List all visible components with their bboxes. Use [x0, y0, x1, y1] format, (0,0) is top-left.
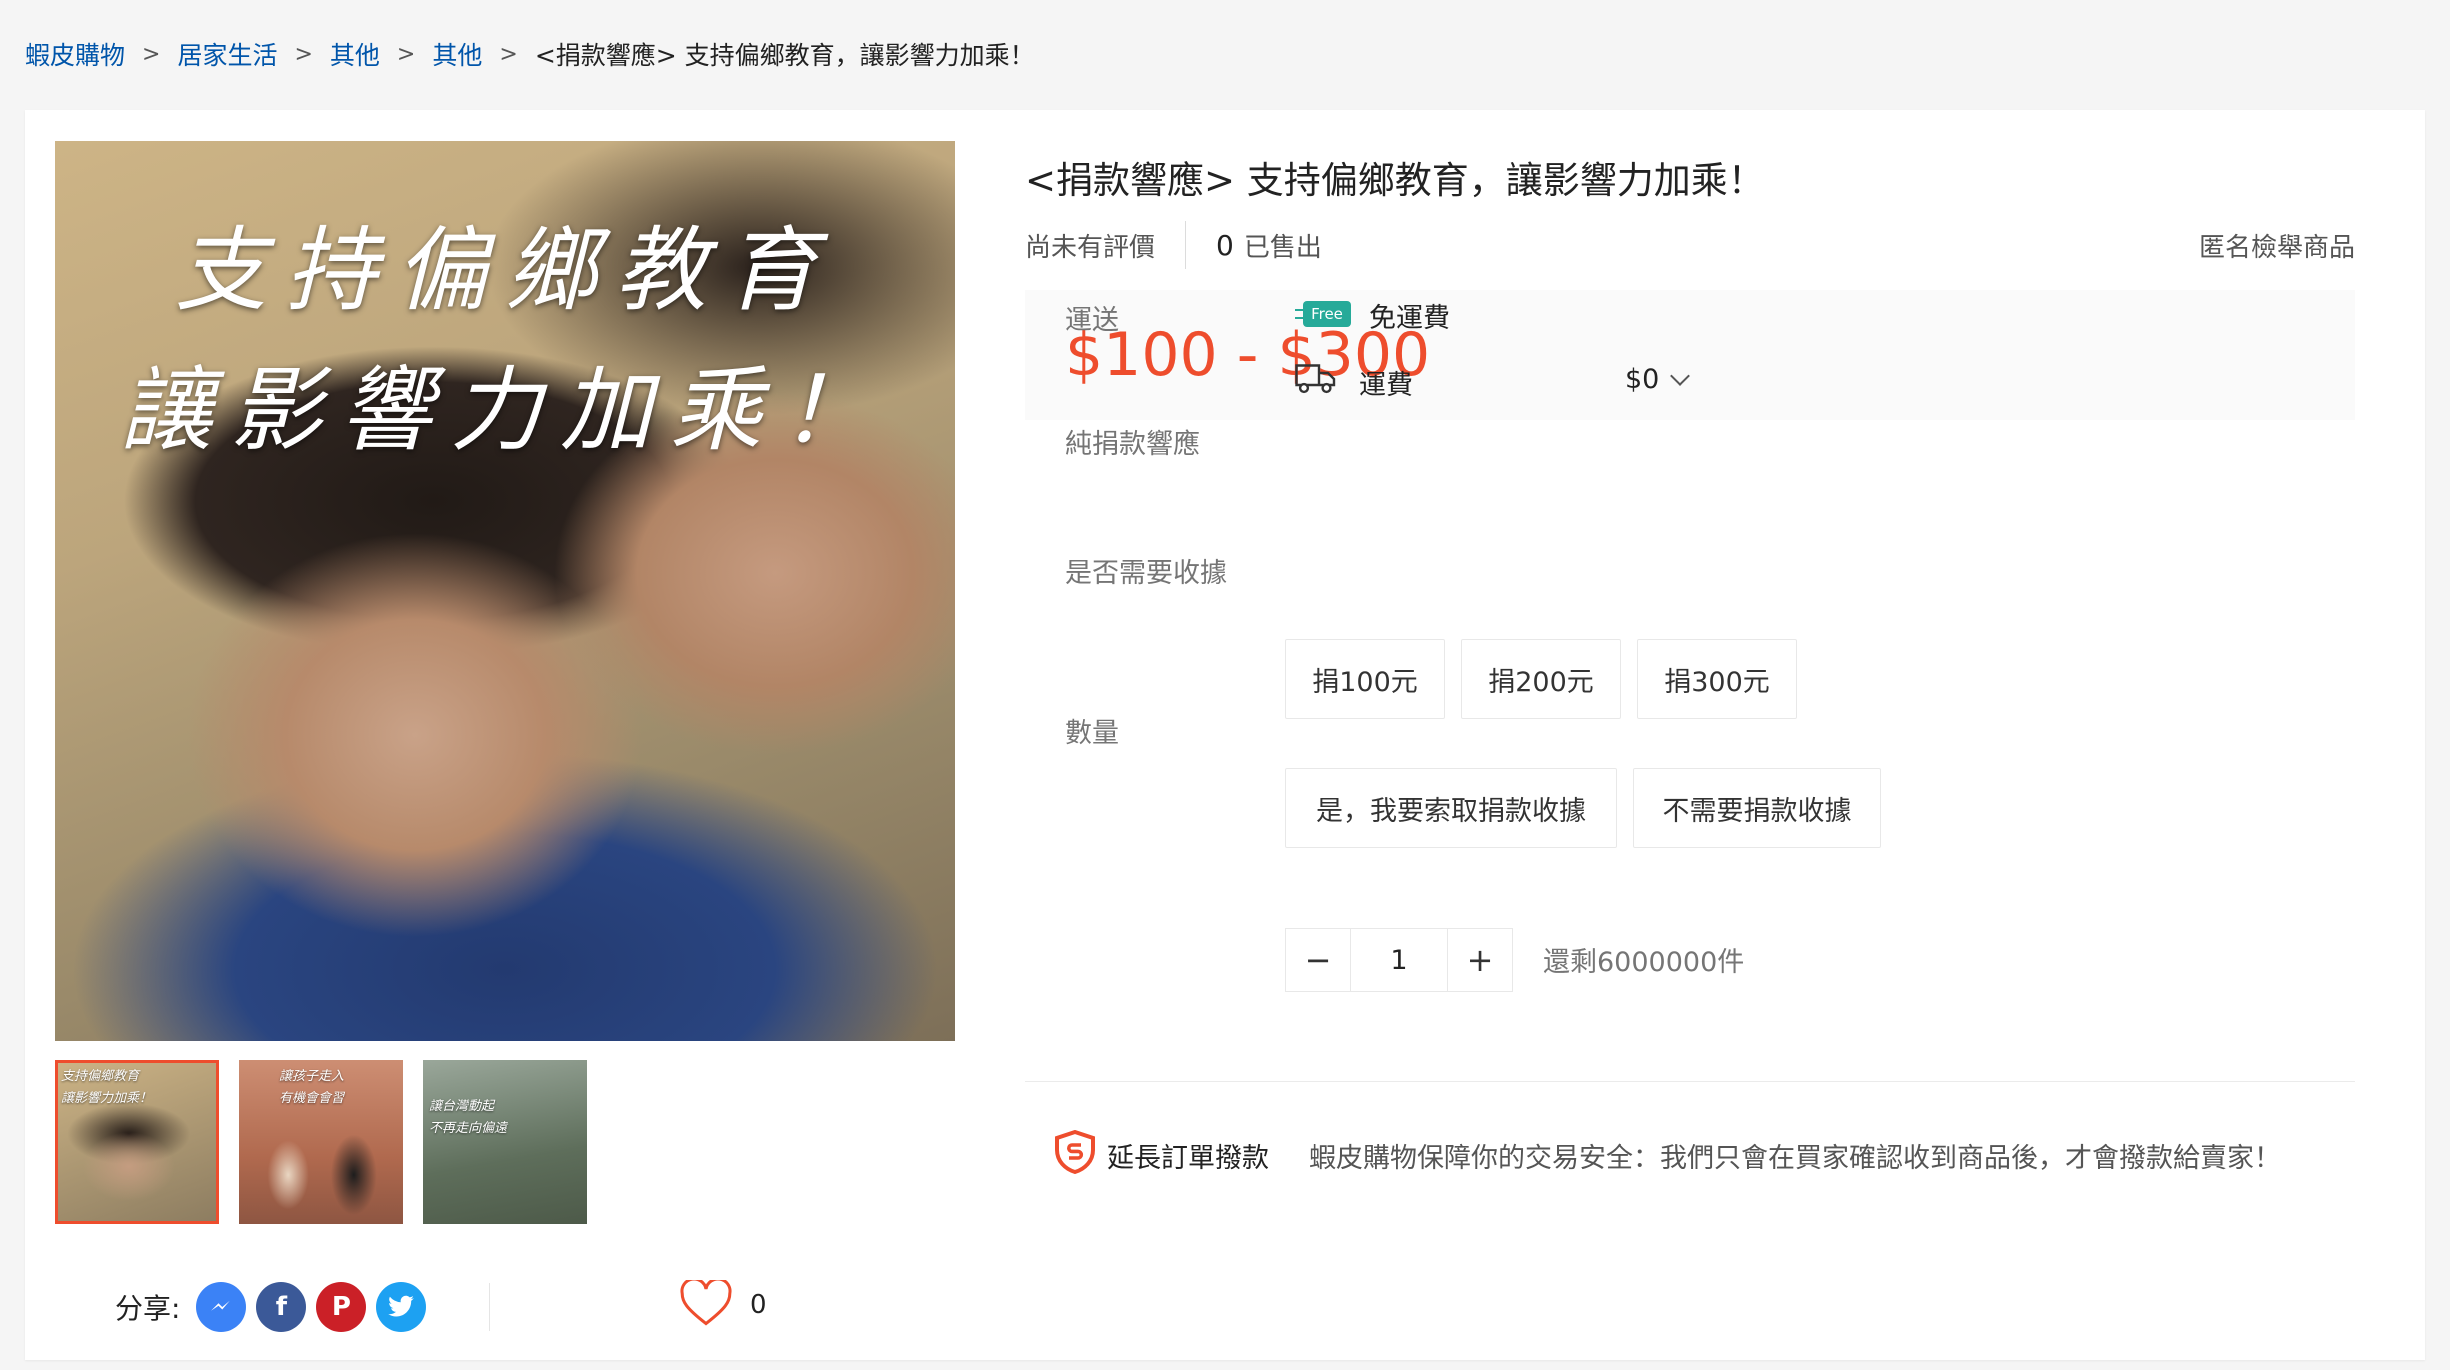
receipt-yes-button[interactable]: 是，我要索取捐款收據	[1285, 768, 1617, 848]
shipping-fee-value: $0	[1625, 364, 1660, 395]
quantity-label: 數量	[1065, 718, 1119, 749]
receipt-label: 是否需要收據	[1065, 558, 1227, 589]
price-box: $100 - $300	[1025, 290, 2355, 420]
breadcrumb-link-category[interactable]: 居家生活	[177, 36, 277, 72]
chevron-right-icon: >	[294, 41, 313, 67]
like-button[interactable]: 0	[680, 1277, 767, 1330]
like-count: 0	[750, 1290, 767, 1320]
share-label: 分享:	[115, 1292, 181, 1325]
guarantee-row: 延長訂單撥款 蝦皮購物保障你的交易安全：我們只會在買家確認收到商品後，才會撥款給…	[1055, 1129, 2281, 1181]
shipping-fee-line: 運費	[1295, 362, 1413, 403]
guarantee-text: 蝦皮購物保障你的交易安全：我們只會在買家確認收到商品後，才會撥款給賣家！	[1309, 1143, 2281, 1174]
quantity-increase-button[interactable]: +	[1448, 929, 1512, 991]
thumbnail-caption: 讓孩子走入	[279, 1069, 345, 1084]
donate-100-button[interactable]: 捐100元	[1285, 639, 1445, 719]
report-link[interactable]: 匿名檢舉商品	[2199, 227, 2355, 264]
shield-icon	[1055, 1129, 1095, 1181]
thumbnail-caption: 讓台灣動起	[429, 1099, 495, 1114]
chevron-right-icon: >	[499, 41, 518, 67]
thumbnail-1[interactable]: 支持偏鄉教育 讓影響力加乘！	[55, 1060, 219, 1224]
thumbnail-caption: 有機會會習	[279, 1091, 345, 1106]
chevron-down-icon	[1670, 365, 1691, 386]
product-meta: 尚未有評價 0 已售出 匿名檢舉商品	[1025, 220, 2355, 270]
chevron-right-icon: >	[142, 41, 161, 67]
stock-text: 還剩6000000件	[1543, 947, 1745, 978]
donation-label: 純捐款響應	[1065, 429, 1200, 460]
product-card: 支持偏鄉教育 讓影響力加乘！ 支持偏鄉教育 讓影響力加乘！ 讓孩子走入 有機會會…	[25, 110, 2425, 1360]
share-row: 分享: f P	[115, 1282, 427, 1332]
product-title: <捐款響應> 支持偏鄉教育，讓影響力加乘！	[1025, 159, 1765, 202]
breadcrumb: 蝦皮購物 > 居家生活 > 其他 > 其他 > <捐款響應> 支持偏鄉教育，讓影…	[25, 34, 1035, 74]
chevron-right-icon: >	[396, 41, 416, 67]
breadcrumb-current: <捐款響應> 支持偏鄉教育，讓影響力加乘！	[534, 41, 1035, 70]
thumbnail-3[interactable]: 讓台灣動起 不再走向偏遠	[423, 1060, 587, 1224]
divider	[1025, 1081, 2355, 1082]
facebook-icon[interactable]: f	[256, 1282, 307, 1332]
divider	[489, 1283, 490, 1331]
product-main-image[interactable]: 支持偏鄉教育 讓影響力加乘！	[55, 141, 955, 1041]
sold-count: 0	[1216, 228, 1234, 262]
free-shipping-text: 免運費	[1369, 303, 1450, 334]
image-caption-line1: 支持偏鄉教育	[174, 217, 835, 324]
shipping-fee-dropdown[interactable]: $0	[1625, 364, 1691, 395]
free-shipping-icon: Free	[1295, 300, 1351, 331]
shipping-label: 運送	[1065, 305, 1119, 336]
breadcrumb-link-subcategory-2[interactable]: 其他	[432, 36, 482, 72]
quantity-input[interactable]: 1	[1350, 929, 1448, 991]
thumbnail-2[interactable]: 讓孩子走入 有機會會習	[239, 1060, 403, 1224]
image-caption-line2: 讓影響力加乘！	[119, 357, 890, 464]
receipt-no-button[interactable]: 不需要捐款收據	[1633, 768, 1881, 848]
divider	[1185, 221, 1187, 269]
pinterest-icon[interactable]: P	[316, 1282, 367, 1332]
quantity-stepper: − 1 +	[1285, 928, 1513, 992]
guarantee-label[interactable]: 延長訂單撥款	[1107, 1136, 1269, 1175]
thumbnail-strip: 支持偏鄉教育 讓影響力加乘！ 讓孩子走入 有機會會習 讓台灣動起 不再走向偏遠	[55, 1060, 587, 1224]
breadcrumb-link-home[interactable]: 蝦皮購物	[25, 36, 125, 72]
donate-300-button[interactable]: 捐300元	[1637, 639, 1797, 719]
messenger-icon[interactable]	[196, 1282, 247, 1332]
rating-text: 尚未有評價	[1025, 232, 1156, 263]
twitter-icon[interactable]	[376, 1282, 427, 1332]
free-shipping-line: Free 免運費	[1295, 296, 1450, 335]
sold-label: 已售出	[1243, 232, 1322, 263]
truck-icon	[1295, 362, 1337, 403]
quantity-decrease-button[interactable]: −	[1286, 929, 1350, 991]
donate-200-button[interactable]: 捐200元	[1461, 639, 1621, 719]
thumbnail-caption: 不再走向偏遠	[429, 1121, 508, 1136]
shipping-fee-label: 運費	[1359, 370, 1413, 401]
heart-icon	[680, 1277, 732, 1330]
breadcrumb-link-subcategory[interactable]: 其他	[330, 36, 380, 72]
thumbnail-caption: 讓影響力加乘！	[61, 1091, 153, 1106]
thumbnail-caption: 支持偏鄉教育	[61, 1069, 140, 1084]
